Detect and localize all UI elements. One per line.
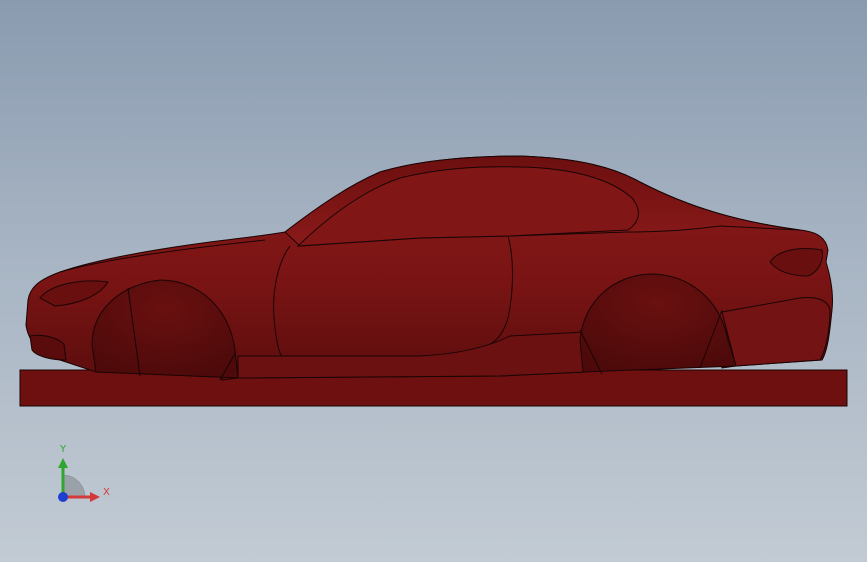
axis-triad-graphic <box>58 458 100 502</box>
x-axis-label: X <box>103 487 110 498</box>
car-model-view[interactable] <box>0 0 867 562</box>
axis-triad: Y X <box>48 440 118 510</box>
graphics-viewport[interactable]: Y X <box>0 0 867 562</box>
z-axis-dot <box>58 492 68 502</box>
y-axis-label: Y <box>60 444 67 455</box>
